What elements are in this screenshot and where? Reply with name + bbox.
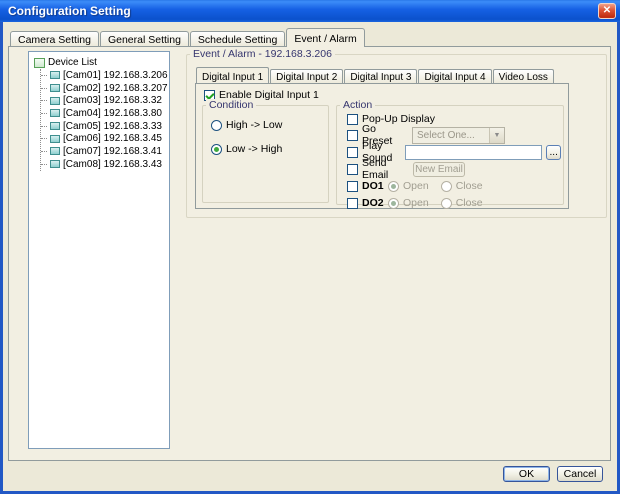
- tab-event-alarm[interactable]: Event / Alarm: [286, 28, 364, 47]
- tree-item-label: [Cam06] 192.168.3.45: [63, 133, 162, 144]
- ok-button[interactable]: OK: [503, 466, 550, 482]
- tab-digital-input-3[interactable]: Digital Input 3: [344, 69, 417, 84]
- dialog-body: Camera Setting General Setting Schedule …: [3, 22, 617, 491]
- device-list-panel[interactable]: Device List [Cam01] 192.168.3.206 [Cam02…: [28, 51, 170, 449]
- camera-icon: [50, 97, 60, 105]
- do1-row: DO1 Open Close: [347, 179, 483, 193]
- outer-tab-strip: Camera Setting General Setting Schedule …: [10, 28, 366, 47]
- tree-item-cam04[interactable]: [Cam04] 192.168.3.80: [41, 107, 167, 120]
- tree-item-label: [Cam04] 192.168.3.80: [63, 108, 162, 119]
- low-to-high-radio[interactable]: [211, 144, 222, 155]
- tree-item-label: [Cam02] 192.168.3.207: [63, 83, 168, 94]
- popup-display-checkbox[interactable]: [347, 114, 358, 125]
- device-list-icon: [34, 58, 45, 68]
- tab-schedule-setting[interactable]: Schedule Setting: [190, 31, 285, 47]
- digital-input-1-panel: Enable Digital Input 1 Condition High ->…: [195, 83, 569, 209]
- camera-icon: [50, 109, 60, 117]
- do1-label: DO1: [362, 180, 384, 192]
- action-group-title: Action: [340, 99, 375, 111]
- camera-icon: [50, 84, 60, 92]
- tab-video-loss[interactable]: Video Loss: [493, 69, 554, 84]
- do2-row: DO2 Open Close: [347, 196, 483, 210]
- do2-close-label: Close: [456, 197, 483, 209]
- camera-icon: [50, 160, 60, 168]
- go-preset-select: Select One... ▼: [412, 127, 505, 144]
- tab-camera-setting[interactable]: Camera Setting: [10, 31, 99, 47]
- tree-item-label: [Cam05] 192.168.3.33: [63, 121, 162, 132]
- do2-checkbox[interactable]: [347, 198, 358, 209]
- low-to-high-label: Low -> High: [226, 143, 282, 155]
- send-email-label: Send Email: [362, 157, 409, 181]
- do1-checkbox[interactable]: [347, 181, 358, 192]
- tree-connector: [41, 100, 47, 101]
- tab-digital-input-2[interactable]: Digital Input 2: [270, 69, 343, 84]
- do2-open-radio[interactable]: [388, 198, 399, 209]
- tree-item-label: [Cam08] 192.168.3.43: [63, 159, 162, 170]
- condition-low-high-row: Low -> High: [211, 142, 282, 156]
- close-icon[interactable]: ✕: [598, 3, 616, 19]
- high-to-low-radio[interactable]: [211, 120, 222, 131]
- browse-button[interactable]: ...: [546, 145, 561, 160]
- do2-close-radio[interactable]: [441, 198, 452, 209]
- condition-group: Condition High -> Low Low -> High: [202, 105, 329, 203]
- do2-open-label: Open: [403, 197, 429, 209]
- tree-connector: [41, 88, 47, 89]
- chevron-down-icon: ▼: [489, 128, 504, 143]
- camera-icon: [50, 122, 60, 130]
- camera-icon: [50, 71, 60, 79]
- tree-item-cam06[interactable]: [Cam06] 192.168.3.45: [41, 132, 167, 145]
- window-title: Configuration Setting: [0, 4, 131, 18]
- do2-label: DO2: [362, 197, 384, 209]
- tab-general-setting[interactable]: General Setting: [100, 31, 189, 47]
- send-email-checkbox[interactable]: [347, 164, 358, 175]
- tree-root-device-list[interactable]: Device List: [34, 56, 167, 69]
- do1-close-radio[interactable]: [441, 181, 452, 192]
- go-preset-selected-value: Select One...: [413, 130, 489, 141]
- do1-open-label: Open: [403, 180, 429, 192]
- configuration-setting-dialog: Configuration Setting ✕ Camera Setting G…: [0, 0, 620, 494]
- tree-children: [Cam01] 192.168.3.206 [Cam02] 192.168.3.…: [40, 69, 167, 171]
- play-sound-path-input[interactable]: [405, 145, 542, 160]
- tree-item-cam05[interactable]: [Cam05] 192.168.3.33: [41, 120, 167, 133]
- camera-icon: [50, 135, 60, 143]
- event-alarm-group: Event / Alarm - 192.168.3.206 Digital In…: [186, 54, 607, 218]
- tree-connector: [41, 113, 47, 114]
- tree-connector: [41, 75, 47, 76]
- do1-close-label: Close: [456, 180, 483, 192]
- event-alarm-group-title: Event / Alarm - 192.168.3.206: [190, 48, 335, 60]
- tree-item-label: [Cam03] 192.168.3.32: [63, 95, 162, 106]
- tree-item-cam08[interactable]: [Cam08] 192.168.3.43: [41, 158, 167, 171]
- tree-item-cam07[interactable]: [Cam07] 192.168.3.41: [41, 145, 167, 158]
- condition-group-title: Condition: [206, 99, 256, 111]
- tree-item-label: [Cam07] 192.168.3.41: [63, 146, 162, 157]
- tab-digital-input-4[interactable]: Digital Input 4: [418, 69, 491, 84]
- tree-item-cam03[interactable]: [Cam03] 192.168.3.32: [41, 94, 167, 107]
- send-email-row: Send Email New Email: [347, 162, 465, 176]
- tab-digital-input-1[interactable]: Digital Input 1: [196, 67, 269, 84]
- action-group: Action Pop-Up Display Go Preset Select O…: [336, 105, 564, 205]
- tree-connector: [41, 151, 47, 152]
- tree-connector: [41, 164, 47, 165]
- do1-open-radio[interactable]: [388, 181, 399, 192]
- go-preset-checkbox[interactable]: [347, 130, 358, 141]
- tree-item-label: [Cam01] 192.168.3.206: [63, 70, 168, 81]
- tree-connector: [41, 138, 47, 139]
- cancel-button[interactable]: Cancel: [557, 466, 603, 482]
- tree-connector: [41, 126, 47, 127]
- play-sound-checkbox[interactable]: [347, 147, 358, 158]
- tree-root-label: Device List: [48, 57, 97, 68]
- condition-high-low-row: High -> Low: [211, 118, 282, 132]
- title-bar[interactable]: Configuration Setting ✕: [0, 0, 620, 22]
- camera-icon: [50, 147, 60, 155]
- digital-input-tab-strip: Digital Input 1 Digital Input 2 Digital …: [196, 67, 555, 84]
- new-email-button[interactable]: New Email: [413, 162, 465, 177]
- tree-item-cam02[interactable]: [Cam02] 192.168.3.207: [41, 82, 167, 95]
- high-to-low-label: High -> Low: [226, 119, 282, 131]
- tree-item-cam01[interactable]: [Cam01] 192.168.3.206: [41, 69, 167, 82]
